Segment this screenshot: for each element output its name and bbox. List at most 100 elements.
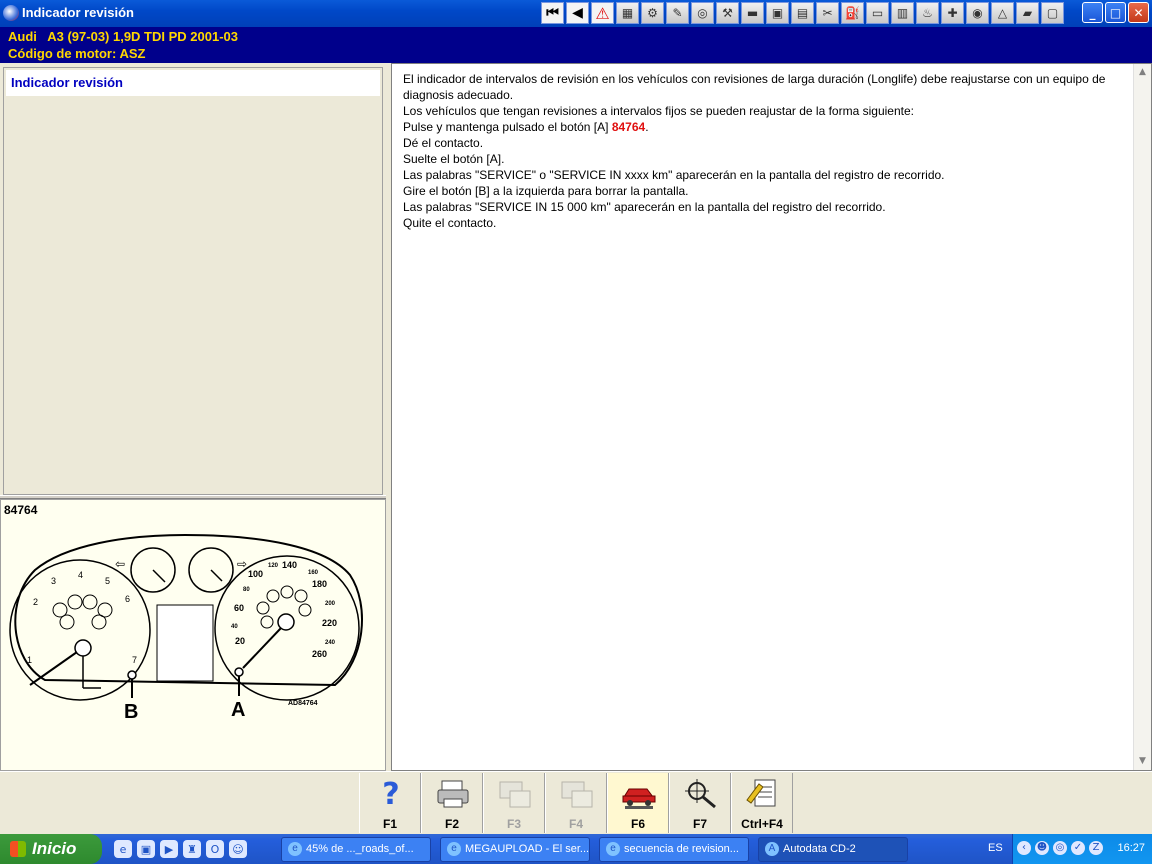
tool-button-17[interactable]: ▰ [1016,2,1039,24]
speed-label-200: 200 [325,601,336,607]
security-icon[interactable]: ✓ [1071,841,1085,855]
tool-button-8[interactable]: ▤ [791,2,814,24]
text-line: Dé el contacto. [403,136,484,150]
f4-button[interactable]: F4 [545,773,607,833]
tool-button-14[interactable]: ✚ [941,2,964,24]
taskbar-item[interactable]: e secuencia de revision... [599,837,749,862]
text-line: Gire el botón [B] a la izquierda para bo… [403,184,689,198]
taskbar-item-active[interactable]: A Autodata CD-2 [758,837,908,862]
text-line: Quite el contacto. [403,216,497,230]
task-label: 45% de ..._roads_of... [306,843,414,855]
first-page-button[interactable]: ⏮ [541,2,564,24]
messenger-icon[interactable]: ☺ [229,840,247,858]
f2-label: F2 [444,817,459,831]
f2-print-button[interactable]: F2 [421,773,483,833]
f3-button[interactable]: F3 [483,773,545,833]
taskbar-item[interactable]: e 45% de ..._roads_of... [281,837,431,862]
magnifier-icon [683,777,719,811]
ie-icon[interactable]: e [114,840,132,858]
speed-label-60: 60 [234,603,244,613]
text-line: Pulse y mantenga pulsado el botón [A] 84… [403,119,1123,135]
tool-button-11[interactable]: ▭ [866,2,889,24]
opera-icon[interactable]: O [206,840,224,858]
text-segment: . [645,120,649,134]
speed-label-20: 20 [235,636,245,646]
autodata-icon: A [765,842,779,856]
ie-icon: e [447,842,461,856]
vertical-scrollbar[interactable]: ▲ ▼ [1133,64,1151,770]
language-indicator[interactable]: ES [988,842,1003,854]
chevron-left-icon[interactable]: ‹ [1017,841,1031,855]
maximize-button[interactable]: □ [1105,2,1126,23]
network-icon[interactable]: ◎ [1053,841,1067,855]
left-pane: Indicador revisión 84764 1 2 3 4 5 6 7 ⇦… [0,63,386,771]
desktop-icon[interactable]: ▣ [137,840,155,858]
speed-label-220: 220 [322,618,337,628]
taskbar: Inicio e ▣ ▶ ♜ O ☺ e 45% de ..._roads_of.… [0,834,1152,864]
f1-help-button[interactable]: ? F1 [359,773,421,833]
user-icon[interactable]: ☻ [1035,841,1049,855]
close-button[interactable]: ✕ [1128,2,1149,23]
tool-button-10[interactable]: ⛽ [841,2,864,24]
previous-page-button[interactable]: ◀ [566,2,589,24]
zone-alarm-icon[interactable]: Z [1089,841,1103,855]
app-icon[interactable]: ♜ [183,840,201,858]
illustration-code: AD84764 [288,700,318,707]
trip-display [156,604,214,682]
tool-button-3[interactable]: ✎ [666,2,689,24]
toolbar: ⏮ ◀ ⚠ ▦ ⚙ ✎ ◎ ⚒ ▬ ▣ ▤ ✂ ⛽ ▭ ▥ ♨ ✚ ◉ △ ▰ … [541,2,1066,25]
callout-b: B [124,701,138,720]
speed-label-180: 180 [312,579,327,589]
rpm-label-7: 7 [132,655,137,665]
speed-label-260: 260 [312,649,327,659]
minimize-button[interactable]: _ [1082,2,1103,23]
warning-button[interactable]: ⚠ [591,2,614,24]
speed-label-80: 80 [243,587,250,593]
content-pane: El indicador de intervalos de revisión e… [391,63,1152,771]
system-tray: ‹ ☻ ◎ ✓ Z 16:27 [1012,834,1152,864]
task-label: secuencia de revision... [624,843,739,855]
start-button[interactable]: Inicio [0,834,102,864]
speedometer-needle [242,627,282,669]
tool-button-12[interactable]: ▥ [891,2,914,24]
speed-label-240: 240 [325,640,336,646]
tool-button-18[interactable]: ▢ [1041,2,1064,24]
tool-button-2[interactable]: ⚙ [641,2,664,24]
tool-button-5[interactable]: ⚒ [716,2,739,24]
f6-service-button[interactable]: F6 [607,773,669,833]
f7-label: F7 [692,817,707,831]
rpm-label-3: 3 [51,576,56,586]
ctrl-f4-notes-button[interactable]: Ctrl+F4 [731,773,793,833]
tool-button-16[interactable]: △ [991,2,1014,24]
scroll-up-icon[interactable]: ▲ [1134,64,1151,81]
app-icon[interactable] [3,5,19,21]
task-label: Autodata CD-2 [783,843,856,855]
text-line: Los vehículos que tengan revisiones a in… [403,104,914,118]
illustration-reference-link[interactable]: 84764 [612,120,645,134]
tool-button-9[interactable]: ✂ [816,2,839,24]
notes-icon [745,777,781,811]
tool-button-13[interactable]: ♨ [916,2,939,24]
tool-button-6[interactable]: ▬ [741,2,764,24]
taskbar-item[interactable]: e MEGAUPLOAD - El ser... [440,837,590,862]
f7-search-button[interactable]: F7 [669,773,731,833]
tool-button-1[interactable]: ▦ [616,2,639,24]
scroll-down-icon[interactable]: ▼ [1134,753,1151,770]
diagram-icon [559,777,595,811]
start-label: Inicio [32,839,77,858]
rpm-label-2: 2 [33,597,38,607]
f3-label: F3 [506,817,521,831]
tool-button-7[interactable]: ▣ [766,2,789,24]
media-player-icon[interactable]: ▶ [160,840,178,858]
callout-a: A [231,699,245,720]
f6-label: F6 [630,817,645,831]
tool-button-4[interactable]: ◎ [691,2,714,24]
tool-button-15[interactable]: ◉ [966,2,989,24]
topic-list: Indicador revisión [3,67,383,495]
topic-item-indicador-revision[interactable]: Indicador revisión [6,70,380,96]
illustration-reference: 84764 [4,503,38,517]
button-b [127,670,137,680]
text-line: Las palabras "SERVICE IN 15 000 km" apar… [403,200,886,214]
speed-label-40: 40 [231,624,238,630]
rpm-label-1: 1 [27,655,32,665]
